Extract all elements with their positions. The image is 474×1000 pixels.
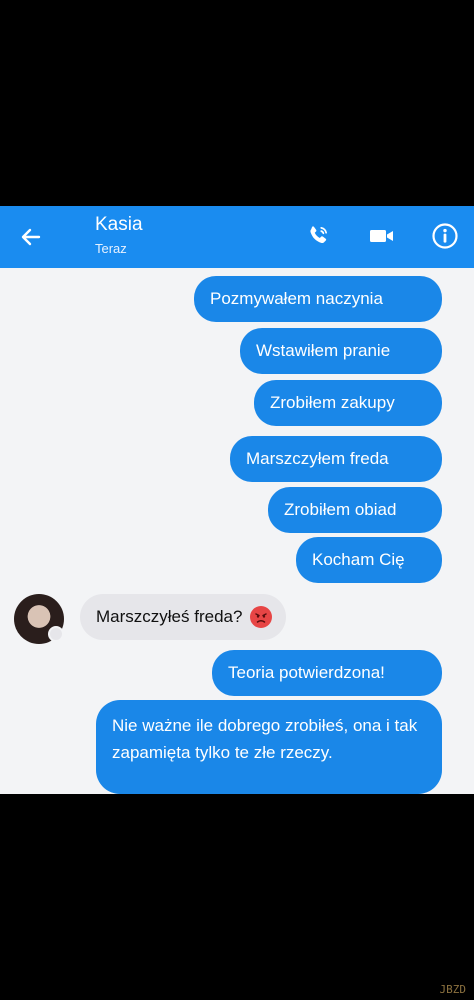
info-icon bbox=[432, 223, 458, 249]
message-outgoing[interactable]: Nie ważne ile dobrego zrobiłeś, ona i ta… bbox=[96, 700, 442, 794]
message-outgoing[interactable]: Marszczyłem freda bbox=[230, 436, 442, 482]
message-outgoing[interactable]: Teoria potwierdzona! bbox=[212, 650, 442, 696]
video-call-button[interactable] bbox=[364, 218, 400, 254]
back-button[interactable] bbox=[14, 220, 48, 254]
contact-name[interactable]: Kasia bbox=[95, 214, 143, 236]
angry-face-icon bbox=[250, 606, 273, 628]
message-outgoing[interactable]: Zrobiłem obiad bbox=[268, 487, 442, 533]
back-arrow-icon bbox=[21, 228, 41, 246]
message-outgoing[interactable]: Pozmywałem naczynia bbox=[194, 276, 442, 322]
chat-screen: Kasia Teraz Pozmywałem naczynia Wstawiłe… bbox=[0, 206, 474, 794]
message-outgoing[interactable]: Wstawiłem pranie bbox=[240, 328, 442, 374]
message-text: Marszczyłeś freda? bbox=[96, 607, 243, 626]
call-button[interactable] bbox=[300, 218, 336, 254]
message-outgoing[interactable]: Zrobiłem zakupy bbox=[254, 380, 442, 426]
chat-header: Kasia Teraz bbox=[0, 206, 474, 268]
watermark: JBZD bbox=[439, 983, 467, 996]
info-button[interactable] bbox=[427, 218, 463, 254]
message-incoming[interactable]: Marszczyłeś freda? bbox=[80, 594, 287, 640]
message-outgoing[interactable]: Kocham Cię bbox=[296, 537, 442, 583]
contact-status: Teraz bbox=[95, 241, 127, 256]
phone-icon bbox=[310, 226, 327, 244]
video-camera-icon bbox=[370, 230, 393, 242]
seen-indicator bbox=[48, 626, 64, 642]
